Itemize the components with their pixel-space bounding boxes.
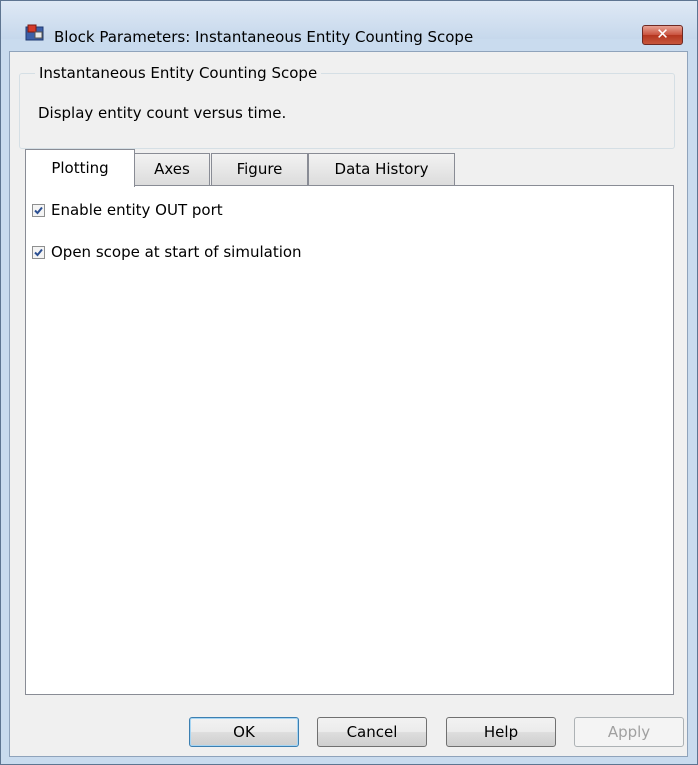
tab-label: Plotting bbox=[51, 159, 109, 177]
open-scope-label: Open scope at start of simulation bbox=[51, 243, 302, 261]
help-button[interactable]: Help bbox=[446, 717, 556, 747]
tab-label: Figure bbox=[236, 160, 283, 178]
open-scope-checkbox[interactable] bbox=[32, 245, 45, 259]
tab-label: Data History bbox=[334, 160, 429, 178]
tab-plotting[interactable]: Plotting bbox=[25, 149, 135, 187]
check-mark-icon bbox=[34, 248, 43, 256]
tab-label: Axes bbox=[154, 160, 190, 178]
enable-out-port-label: Enable entity OUT port bbox=[51, 201, 223, 219]
help-button-label: Help bbox=[483, 723, 519, 741]
cancel-button-label: Cancel bbox=[346, 723, 398, 741]
tab-data-history[interactable]: Data History bbox=[308, 153, 455, 185]
ok-button[interactable]: OK bbox=[189, 717, 299, 747]
plotting-panel: Enable entity OUT port Open scope at sta… bbox=[25, 185, 674, 695]
ok-button-label: OK bbox=[233, 723, 255, 741]
title-bar[interactable]: Block Parameters: Instantaneous Entity C… bbox=[1, 1, 697, 46]
dialog-window: Block Parameters: Instantaneous Entity C… bbox=[0, 0, 698, 765]
close-button[interactable]: ✕ bbox=[642, 25, 683, 45]
tab-figure[interactable]: Figure bbox=[211, 153, 308, 185]
open-scope-option[interactable]: Open scope at start of simulation bbox=[32, 242, 302, 262]
window-title: Block Parameters: Instantaneous Entity C… bbox=[54, 28, 474, 46]
apply-button: Apply bbox=[574, 717, 684, 747]
simulink-block-icon bbox=[25, 24, 45, 41]
group-title: Instantaneous Entity Counting Scope bbox=[35, 64, 322, 82]
block-description: Display entity count versus time. bbox=[38, 104, 287, 122]
close-icon: ✕ bbox=[656, 25, 669, 43]
enable-out-port-checkbox[interactable] bbox=[32, 203, 45, 217]
tab-axes[interactable]: Axes bbox=[134, 153, 210, 185]
cancel-button[interactable]: Cancel bbox=[317, 717, 427, 747]
enable-out-port-option[interactable]: Enable entity OUT port bbox=[32, 200, 223, 220]
check-mark-icon bbox=[34, 206, 43, 214]
apply-button-label: Apply bbox=[607, 723, 651, 741]
